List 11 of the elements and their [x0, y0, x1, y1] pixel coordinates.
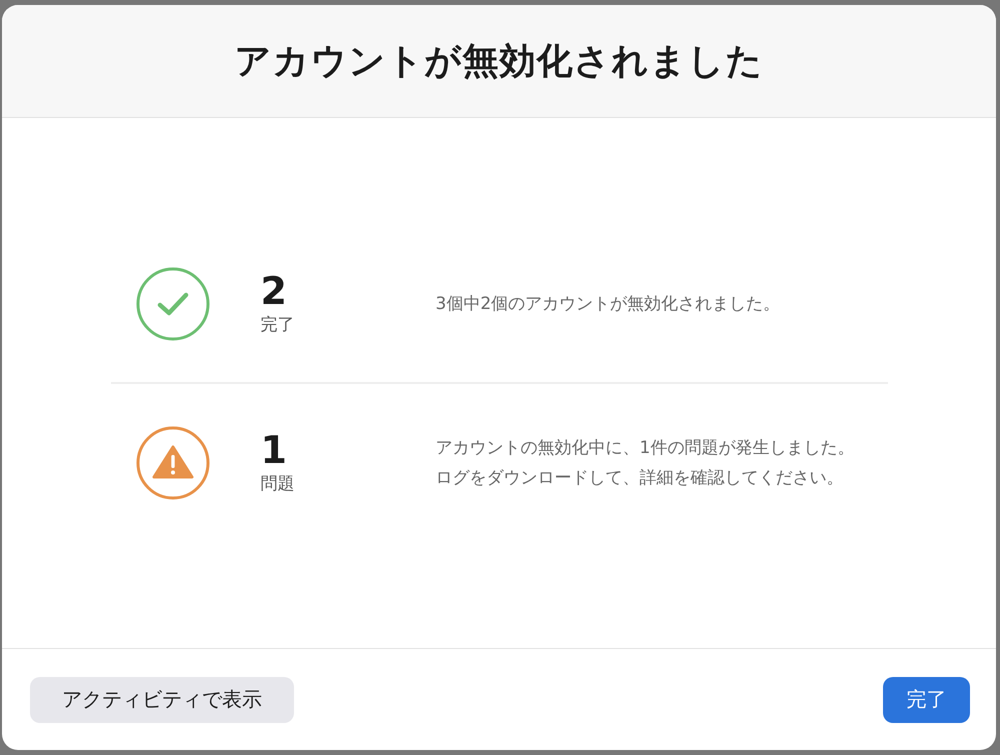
warning-circle-icon [136, 426, 210, 500]
result-count: 2 [260, 271, 288, 313]
result-message: 3個中2個のアカウントが無効化されました。 [436, 292, 782, 316]
result-message: アカウントの無効化中に、1件の問題が発生しました。ログをダウンロードして、詳細を確認してください。 [436, 436, 856, 490]
dialog-title: アカウントが無効化されました [234, 40, 764, 84]
check-circle-icon [136, 266, 210, 340]
result-label: 問題 [260, 472, 296, 495]
result-count: 1 [260, 430, 288, 472]
done-button[interactable]: 完了 [883, 676, 970, 722]
view-activity-button[interactable]: アクティビティで表示 [30, 676, 294, 722]
result-label: 完了 [260, 314, 296, 336]
